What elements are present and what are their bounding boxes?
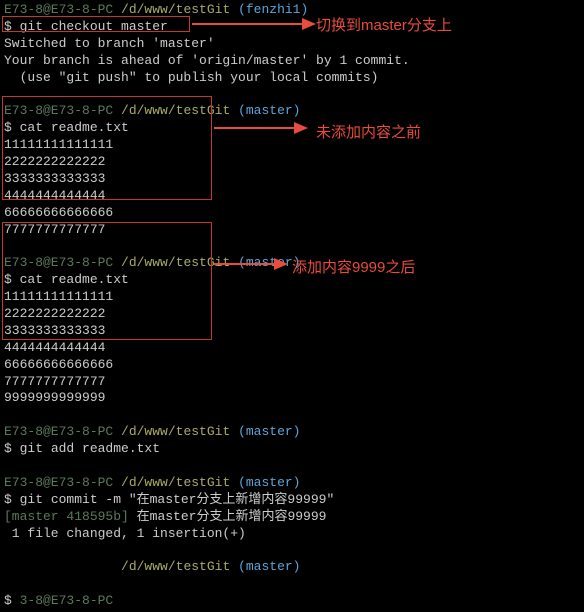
prompt-path: /d/www/testGit <box>121 475 230 490</box>
dollar-icon: $ <box>4 272 20 287</box>
dollar-icon: $ <box>4 593 20 608</box>
prompt-branch: (master) <box>238 424 300 439</box>
prompt-path: /d/www/testGit <box>121 255 230 270</box>
command: cat readme.txt <box>20 120 129 135</box>
terminal[interactable]: E73-8@E73-8-PC /d/www/testGit (fenzhi1) … <box>0 0 584 612</box>
output-line: 7777777777777 <box>4 222 580 239</box>
prompt-path: /d/www/testGit <box>121 103 230 118</box>
command: git checkout master <box>20 19 168 34</box>
dollar-icon: $ <box>4 19 20 34</box>
output-line: 2222222222222 <box>4 306 580 323</box>
output-line: 66666666666666 <box>4 205 580 222</box>
output-line: 9999999999999 <box>4 390 580 407</box>
output-line: 4444444444444 <box>4 188 580 205</box>
prompt-branch: (master) <box>238 559 300 574</box>
output-line: 11111111111111 <box>4 137 580 154</box>
prompt-branch: (fenzhi1) <box>238 2 308 17</box>
prompt-branch: (master) <box>238 103 300 118</box>
output-line: 2222222222222 <box>4 154 580 171</box>
prompt-user: E73-8@E73-8-PC <box>4 255 113 270</box>
prompt-path: /d/www/testGit <box>121 2 230 17</box>
output-line: 4444444444444 <box>4 340 580 357</box>
output-line: 3333333333333 <box>4 323 580 340</box>
prompt-user: 3-8@E73-8-PC <box>20 593 114 608</box>
output-line: Switched to branch 'master' <box>4 36 580 53</box>
command: git add readme.txt <box>20 441 160 456</box>
output-line: 11111111111111 <box>4 289 580 306</box>
prompt-path: /d/www/testGit <box>121 559 230 574</box>
command: cat readme.txt <box>20 272 129 287</box>
dollar-icon: $ <box>4 120 20 135</box>
dollar-icon: $ <box>4 492 20 507</box>
output-line: (use "git push" to publish your local co… <box>4 70 580 87</box>
output-line: 7777777777777 <box>4 374 580 391</box>
prompt-path: /d/www/testGit <box>121 424 230 439</box>
dollar-icon: $ <box>4 441 20 456</box>
output-line: 3333333333333 <box>4 171 580 188</box>
output-line: 1 file changed, 1 insertion(+) <box>4 526 580 543</box>
command: git commit -m "在master分支上新增内容99999" <box>20 492 335 507</box>
output-line: 在master分支上新增内容99999 <box>137 509 327 524</box>
prompt-user: E73-8@E73-8-PC <box>4 424 113 439</box>
prompt-user: E73-8@E73-8-PC <box>4 103 113 118</box>
output-line: Your branch is ahead of 'origin/master' … <box>4 53 580 70</box>
commit-hash: [master 418595b] <box>4 509 129 524</box>
prompt-user: E73-8@E73-8-PC <box>4 475 113 490</box>
prompt-user: E73-8@E73-8-PC <box>4 2 113 17</box>
prompt-branch: (master) <box>238 255 300 270</box>
output-line: 66666666666666 <box>4 357 580 374</box>
prompt-branch: (master) <box>238 475 300 490</box>
